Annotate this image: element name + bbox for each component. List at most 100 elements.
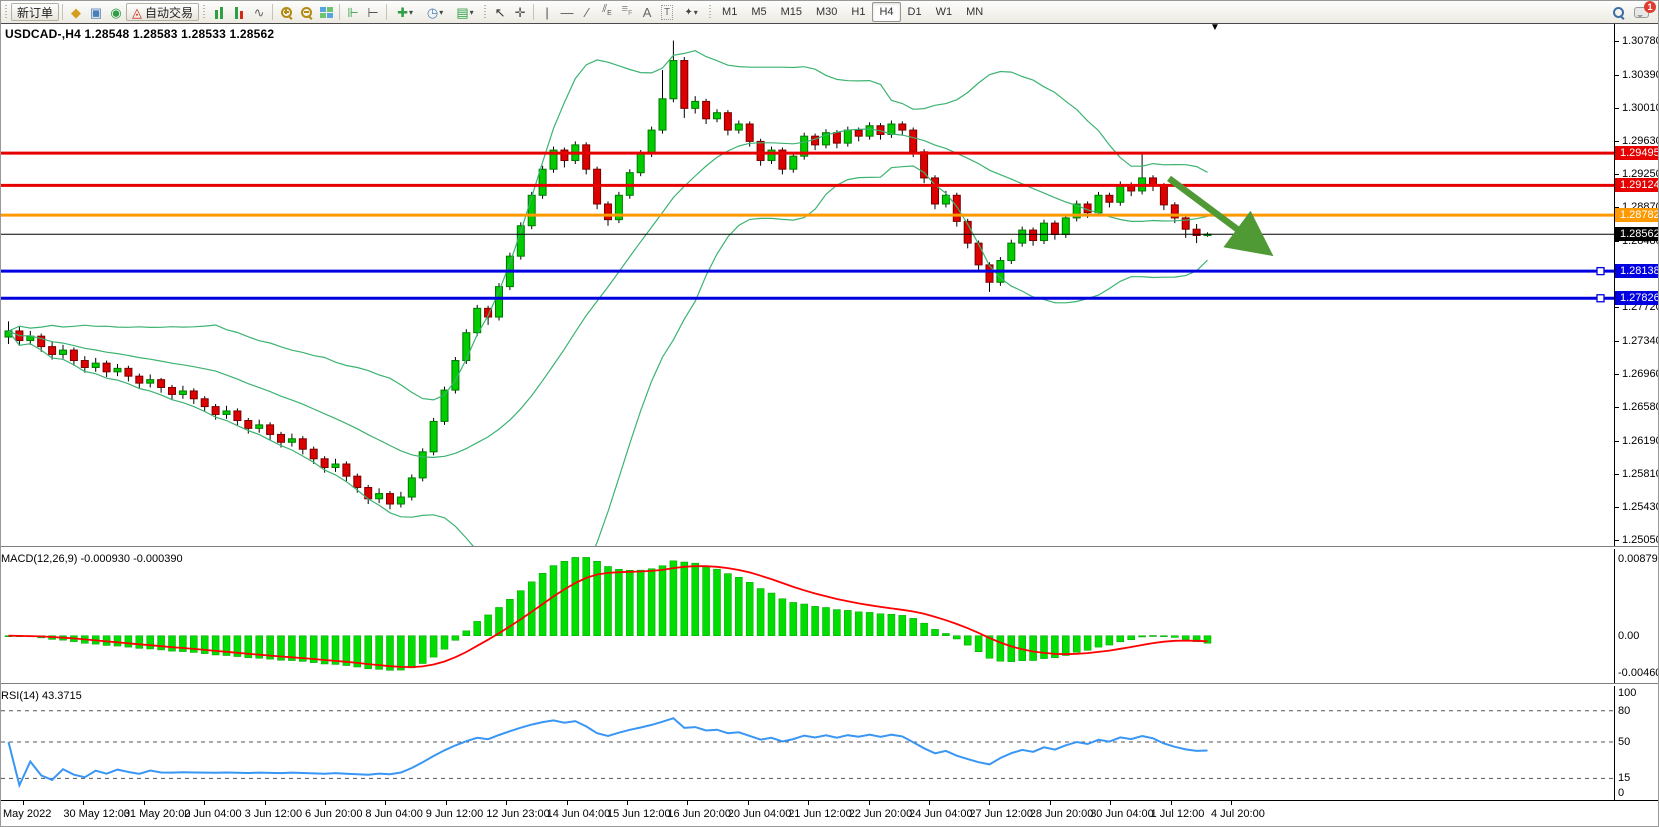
candlestick-chart[interactable]	[1, 24, 1614, 546]
candle-body[interactable]	[986, 265, 993, 282]
market-watch-icon[interactable]: ◆	[66, 3, 86, 21]
candle-body[interactable]	[681, 61, 688, 109]
text-icon[interactable]: A	[637, 3, 657, 21]
candle-body[interactable]	[866, 126, 873, 136]
candle-body[interactable]	[975, 243, 982, 265]
timeframe-button-h4[interactable]: H4	[872, 2, 900, 22]
candle-body[interactable]	[299, 439, 306, 449]
toolbar-grip[interactable]	[482, 5, 488, 19]
candle-body[interactable]	[1106, 195, 1113, 202]
candle-body[interactable]	[310, 449, 317, 459]
zoom-in-icon[interactable]	[276, 3, 296, 21]
templates-icon[interactable]: ▤▾	[450, 3, 480, 21]
bar-chart-icon[interactable]	[209, 3, 229, 21]
hline-handle[interactable]	[1597, 295, 1604, 302]
candle-body[interactable]	[757, 141, 764, 160]
arrows-icon[interactable]: ✦▾	[677, 3, 705, 21]
candle-body[interactable]	[70, 350, 77, 360]
candle-body[interactable]	[419, 452, 426, 478]
candle-body[interactable]	[921, 152, 928, 178]
candle-body[interactable]	[387, 494, 394, 504]
candle-body[interactable]	[637, 154, 644, 173]
main-chart-plot[interactable]: USDCAD-,H4 1.28548 1.28583 1.28533 1.285…	[1, 24, 1615, 546]
candle-body[interactable]	[605, 204, 612, 220]
toolbar-grip[interactable]	[3, 5, 9, 19]
candle-body[interactable]	[60, 350, 67, 354]
candle-body[interactable]	[812, 136, 819, 145]
cursor-icon[interactable]: ↖	[490, 3, 510, 21]
search-icon[interactable]	[1608, 3, 1628, 21]
candle-body[interactable]	[234, 411, 241, 421]
candle-body[interactable]	[539, 169, 546, 195]
candle-body[interactable]	[735, 124, 742, 130]
equidistant-channel-icon[interactable]: ⫽E	[597, 3, 617, 21]
timeframe-button-m30[interactable]: M30	[809, 2, 844, 22]
tile-windows-icon[interactable]	[316, 3, 336, 21]
candle-body[interactable]	[354, 476, 361, 487]
candle-body[interactable]	[844, 130, 851, 143]
chat-icon[interactable]: 1	[1634, 4, 1652, 20]
timeframe-button-m1[interactable]: M1	[715, 2, 744, 22]
candle-body[interactable]	[103, 363, 110, 372]
candle-body[interactable]	[212, 407, 219, 415]
candle-body[interactable]	[408, 478, 415, 497]
rsi-chart[interactable]	[1, 686, 1614, 800]
candle-body[interactable]	[855, 130, 862, 136]
candle-body[interactable]	[147, 380, 154, 383]
time-axis[interactable]: May 202230 May 12:0031 May 20:002 Jun 04…	[1, 800, 1659, 827]
candle-body[interactable]	[343, 464, 350, 476]
timeframe-button-d1[interactable]: D1	[901, 2, 929, 22]
candle-body[interactable]	[114, 368, 121, 371]
candle-body[interactable]	[1095, 195, 1102, 212]
candle-body[interactable]	[223, 411, 230, 414]
candle-body[interactable]	[583, 145, 590, 169]
macd-plot[interactable]: MACD(12,26,9) -0.000930 -0.000390	[1, 549, 1615, 683]
navigator-icon[interactable]: ◉	[106, 3, 126, 21]
candle-body[interactable]	[125, 368, 132, 376]
periods-clock-icon[interactable]: ◷▾	[420, 3, 450, 21]
candle-body[interactable]	[267, 425, 274, 435]
zoom-out-icon[interactable]	[296, 3, 316, 21]
candle-body[interactable]	[1117, 185, 1124, 202]
candle-body[interactable]	[256, 425, 263, 428]
timeframe-button-mn[interactable]: MN	[959, 2, 990, 22]
candle-body[interactable]	[430, 421, 437, 451]
candle-body[interactable]	[692, 101, 699, 108]
candle-body[interactable]	[714, 113, 721, 119]
fibonacci-icon[interactable]: ≡F	[617, 3, 637, 21]
candle-body[interactable]	[474, 308, 481, 332]
toolbar-grip[interactable]	[707, 5, 713, 19]
candle-body[interactable]	[278, 434, 285, 442]
candle-body[interactable]	[746, 124, 753, 141]
candle-body[interactable]	[1019, 230, 1026, 243]
text-label-icon[interactable]: T	[657, 3, 677, 21]
candle-body[interactable]	[659, 99, 666, 130]
candle-body[interactable]	[288, 439, 295, 442]
candle-body[interactable]	[397, 497, 404, 504]
candle-body[interactable]	[648, 130, 655, 153]
rsi-plot[interactable]: RSI(14) 43.3715	[1, 686, 1615, 800]
candle-body[interactable]	[1030, 230, 1037, 240]
trend-arrow[interactable]	[1169, 178, 1263, 248]
candle-body[interactable]	[1051, 223, 1058, 234]
candle-body[interactable]	[332, 464, 339, 467]
toolbar-grip[interactable]	[201, 5, 207, 19]
candle-body[interactable]	[724, 113, 731, 130]
hline-handle[interactable]	[1597, 268, 1604, 275]
candle-body[interactable]	[321, 459, 328, 468]
candle-body[interactable]	[190, 391, 197, 399]
candle-body[interactable]	[201, 399, 208, 407]
crosshair-icon[interactable]: ✛	[510, 3, 530, 21]
candle-body[interactable]	[136, 376, 143, 383]
candle-body[interactable]	[670, 61, 677, 99]
chart-shift-icon[interactable]: ⊢	[363, 3, 383, 21]
candle-body[interactable]	[899, 124, 906, 130]
auto-scroll-icon[interactable]: ⊩	[343, 3, 363, 21]
timeframe-button-w1[interactable]: W1	[929, 2, 960, 22]
horizontal-line-icon[interactable]: —	[557, 3, 577, 21]
candle-body[interactable]	[169, 387, 176, 394]
candle-body[interactable]	[528, 195, 535, 225]
candle-body[interactable]	[179, 391, 186, 394]
candle-body[interactable]	[910, 130, 917, 152]
candle-body[interactable]	[463, 333, 470, 361]
